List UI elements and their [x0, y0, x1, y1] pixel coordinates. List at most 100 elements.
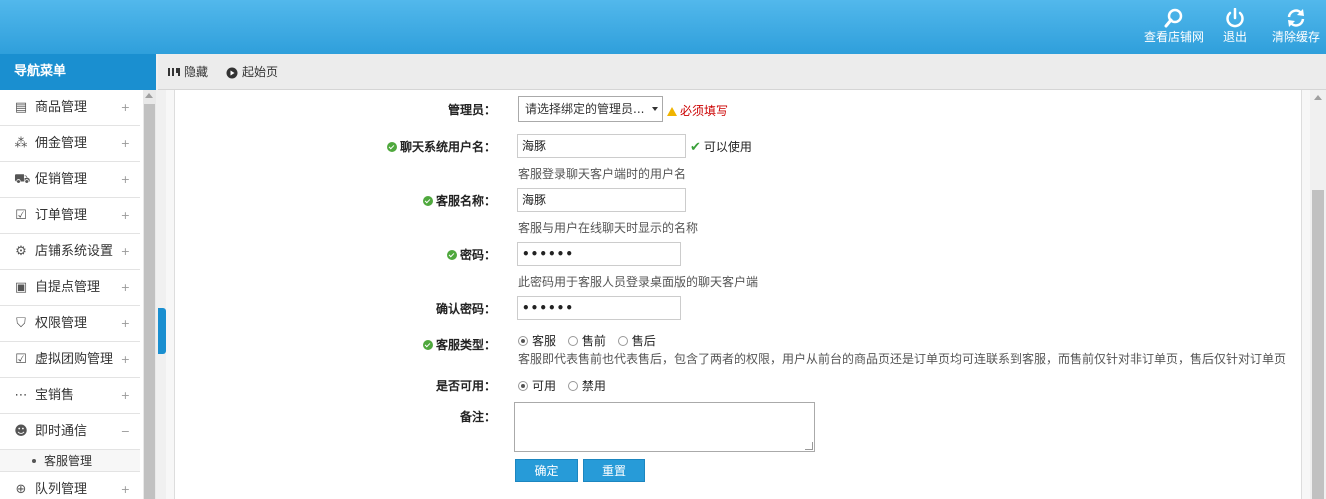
sidebar-item-commission[interactable]: ⁂ 佣金管理 + — [0, 126, 140, 162]
sidebar-item-label: 商品管理 — [35, 100, 88, 115]
radio-checked-icon — [518, 336, 528, 346]
sidebar-subitem-label: 客服管理 — [44, 454, 93, 468]
enabled-option-yes[interactable]: 可用 — [518, 379, 556, 393]
start-label: 起始页 — [242, 65, 279, 79]
service-name-input[interactable]: 海豚 — [517, 188, 686, 212]
sidebar-item-products[interactable]: ▤ 商品管理 + — [0, 90, 140, 126]
plus-circle-icon: ⊕ — [15, 482, 27, 497]
required-icon — [386, 142, 397, 152]
expand-icon[interactable]: + — [121, 234, 130, 269]
collapse-icon[interactable]: − — [121, 414, 130, 449]
sidebar-item-label: 店铺系统设置 — [35, 244, 114, 259]
password-label: 密码： — [296, 246, 496, 263]
sidebar-item-label: 队列管理 — [35, 482, 88, 497]
confirm-button[interactable]: 确定 — [515, 459, 578, 482]
sidebar-item-label: 宝销售 — [35, 388, 75, 403]
sidebar-item-promotions[interactable]: ⛟ 促销管理 + — [0, 162, 140, 198]
service-type-radios: 客服 售前 售后 — [518, 332, 664, 349]
sidebar-item-queue[interactable]: ⊕ 队列管理 + — [0, 472, 140, 499]
service-type-label-text: 客服类型： — [435, 338, 496, 352]
expand-icon[interactable]: + — [121, 198, 130, 233]
confirm-password-label: 确认密码： — [435, 302, 496, 316]
warning-text: 必须填写 — [680, 104, 729, 118]
radio-label: 售前 — [581, 334, 606, 348]
cart-icon: ⛟ — [14, 172, 31, 187]
list-icon: ▤ — [14, 100, 28, 115]
service-type-label: 客服类型： — [296, 336, 496, 353]
chat-user-input[interactable]: 海豚 — [517, 134, 686, 158]
chat-user-hint: 客服登录聊天客户端时的用户名 — [518, 167, 687, 181]
password-input[interactable]: •••••• — [517, 242, 681, 266]
reset-button[interactable]: 重置 — [583, 459, 645, 482]
sidebar-item-sales[interactable]: ⋯ 宝销售 + — [0, 378, 140, 414]
play-circle-icon — [226, 67, 238, 78]
chevron-down-icon — [652, 107, 658, 111]
radio-label: 可用 — [532, 379, 557, 393]
radio-label: 禁用 — [581, 379, 606, 393]
check-icon: ✔ — [690, 140, 701, 155]
edit-icon: ☑ — [15, 208, 27, 223]
start-page-button[interactable]: 起始页 — [226, 54, 278, 90]
sidebar-item-virtual-group[interactable]: ☑ 虚拟团购管理 + — [0, 342, 140, 378]
expand-icon[interactable]: + — [121, 162, 130, 197]
sidebar: 导航菜单 ▤ 商品管理 + ⁂ 佣金管理 + ⛟ 促销管理 + ☑ 订单管理 +… — [0, 54, 156, 499]
sidebar-item-label: 促销管理 — [35, 172, 88, 187]
chat-user-label-text: 聊天系统用户名： — [399, 140, 496, 154]
share-icon: ⁂ — [14, 136, 28, 151]
sidebar-item-store-settings[interactable]: ⚙ 店铺系统设置 + — [0, 234, 140, 270]
radio-label: 客服 — [532, 334, 557, 348]
chat-user-label: 聊天系统用户名： — [296, 138, 496, 155]
remark-textarea[interactable] — [514, 402, 815, 452]
sidebar-item-pickup[interactable]: ▣ 自提点管理 + — [0, 270, 140, 306]
scroll-up-icon[interactable] — [145, 93, 153, 98]
expand-icon[interactable]: + — [121, 342, 130, 377]
sidebar-collapse-handle[interactable] — [158, 308, 166, 354]
clear-cache-button[interactable]: 清除缓存 — [1268, 8, 1324, 44]
expand-icon[interactable]: + — [121, 306, 130, 341]
sidebar-item-permissions[interactable]: ⛉ 权限管理 + — [0, 306, 140, 342]
radio-icon — [617, 336, 628, 346]
service-type-option-presale[interactable]: 售前 — [567, 334, 606, 348]
expand-icon[interactable]: + — [121, 90, 130, 125]
chat-user-status: ✔ 可以使用 — [690, 138, 752, 155]
service-name-label-text: 客服名称： — [435, 194, 496, 208]
service-type-option-aftersale[interactable]: 售后 — [617, 334, 656, 348]
warning-icon — [667, 107, 677, 116]
password-label-text: 密码： — [459, 248, 496, 262]
password-hint: 此密码用于客服人员登录桌面版的聊天客户端 — [518, 275, 759, 289]
search-icon — [1164, 8, 1183, 28]
admin-select[interactable]: 请选择绑定的管理员... — [518, 96, 663, 122]
sidebar-title: 导航菜单 — [0, 54, 156, 90]
required-icon — [422, 340, 433, 350]
sidebar-scrollbar[interactable] — [143, 90, 156, 499]
bars-icon — [168, 67, 180, 76]
admin-label: 管理员： — [447, 103, 496, 117]
scrollbar-thumb[interactable] — [1312, 190, 1324, 499]
hide-sidebar-button[interactable]: 隐藏 — [168, 54, 208, 90]
radio-checked-icon — [518, 381, 528, 391]
toolbar: 隐藏 起始页 — [158, 54, 1326, 90]
sidebar-menu: ▤ 商品管理 + ⁂ 佣金管理 + ⛟ 促销管理 + ☑ 订单管理 + ⚙ 店铺… — [0, 90, 156, 499]
admin-warning: 必须填写 — [667, 102, 728, 119]
sidebar-item-im[interactable]: ☻ 即时通信 − — [0, 414, 140, 450]
expand-icon[interactable]: + — [121, 378, 130, 413]
expand-icon[interactable]: + — [121, 270, 130, 305]
expand-icon[interactable]: + — [121, 126, 130, 161]
sidebar-item-orders[interactable]: ☑ 订单管理 + — [0, 198, 140, 234]
sidebar-subitem-service[interactable]: 客服管理 — [0, 450, 140, 472]
enabled-option-no[interactable]: 禁用 — [567, 379, 606, 393]
checkbox-icon: ☑ — [15, 352, 27, 367]
confirm-password-input[interactable]: •••••• — [517, 296, 681, 320]
service-type-option-service[interactable]: 客服 — [518, 334, 556, 348]
shield-icon: ⛉ — [16, 316, 26, 331]
power-icon — [1226, 8, 1244, 28]
admin-select-value: 请选择绑定的管理员... — [525, 102, 645, 116]
view-store-button[interactable]: 查看店铺网 — [1140, 8, 1208, 44]
scrollbar-thumb[interactable] — [144, 104, 155, 499]
main-scrollbar[interactable] — [1310, 90, 1326, 499]
expand-icon[interactable]: + — [121, 472, 130, 499]
resize-grip-icon[interactable] — [805, 442, 813, 450]
logout-button[interactable]: 退出 — [1218, 8, 1252, 44]
clear-cache-label: 清除缓存 — [1271, 30, 1320, 44]
scroll-up-icon[interactable] — [1314, 95, 1322, 100]
